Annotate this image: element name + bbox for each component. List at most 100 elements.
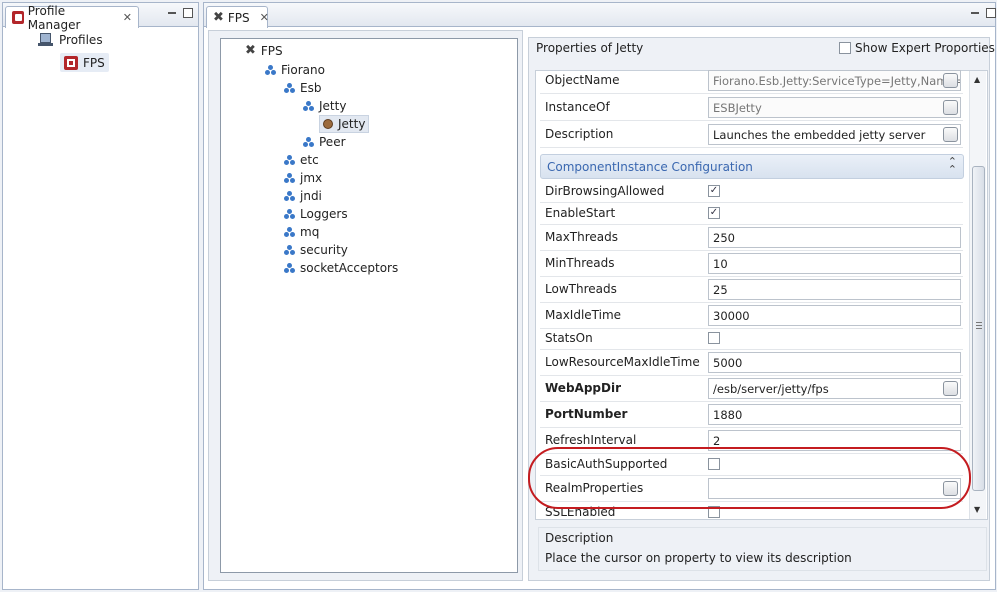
property-value-webappdir[interactable]: /esb/server/jetty/fps — [708, 378, 961, 399]
checkbox-checked[interactable]: ✓ — [708, 185, 720, 197]
tab-fps-label: FPS — [227, 10, 250, 25]
property-value-instanceof[interactable]: ESBJetty — [708, 97, 961, 118]
property-row-description: Description Launches the embedded jetty … — [540, 122, 963, 148]
editor-tabbar — [204, 3, 995, 27]
collapse-icon[interactable]: ⌃ ⌃ — [948, 156, 957, 175]
property-row-lowresourcemaxidletime: LowResourceMaxIdleTime 5000 — [540, 350, 963, 376]
tree-node-fps[interactable]: ✖ FPS — [245, 42, 283, 59]
node-icon — [265, 64, 276, 75]
property-row-webappdir: WebAppDir /esb/server/jetty/fps — [540, 376, 963, 402]
tree-node-socketacceptors[interactable]: socketAcceptors — [284, 259, 398, 276]
ellipsis-button[interactable] — [943, 73, 958, 88]
tree-node-fiorano[interactable]: Fiorano — [265, 61, 325, 78]
tree-node-loggers[interactable]: Loggers — [284, 205, 348, 222]
tree-node-label: Loggers — [300, 206, 348, 221]
property-label: MinThreads — [545, 256, 615, 270]
tree-item-fps-profile[interactable]: FPS — [60, 53, 109, 72]
minimize-icon[interactable] — [168, 12, 176, 14]
section-header-componentinstance[interactable]: ComponentInstance Configuration ⌃ ⌃ — [540, 154, 964, 179]
fps-profile-icon — [64, 55, 78, 70]
property-label: LowThreads — [545, 282, 617, 296]
property-row-minthreads: MinThreads 10 — [540, 251, 963, 277]
ellipsis-button[interactable] — [943, 127, 958, 142]
tree-node-jndi[interactable]: jndi — [284, 187, 322, 204]
property-value-lowthreads[interactable]: 25 — [708, 279, 961, 300]
property-value-lowresourcemaxidletime[interactable]: 5000 — [708, 352, 961, 373]
description-box: Description Place the cursor on property… — [538, 527, 987, 571]
node-icon — [303, 136, 314, 147]
property-row-lowthreads: LowThreads 25 — [540, 277, 963, 303]
checkbox-unchecked[interactable] — [708, 332, 720, 344]
tree-item-profiles[interactable]: Profiles — [38, 31, 103, 48]
tree-node-etc[interactable]: etc — [284, 151, 319, 168]
component-icon — [323, 119, 333, 129]
checkbox-box[interactable] — [839, 42, 851, 54]
property-value-objectname[interactable]: Fiorano.Esb.Jetty:ServiceType=Jetty,Name… — [708, 70, 961, 91]
tree-node-esb[interactable]: Esb — [284, 79, 321, 96]
maximize-icon[interactable] — [183, 8, 193, 18]
close-icon[interactable]: ✕ — [260, 11, 269, 24]
tools-icon: ✖ — [245, 43, 256, 58]
node-icon — [284, 154, 295, 165]
tree-node-label: FPS — [260, 43, 283, 58]
show-expert-label: Show Expert Proporties — [855, 41, 995, 55]
tree-item-label: Profiles — [59, 32, 103, 47]
tree-node-label: jmx — [300, 170, 323, 185]
tree-node-peer[interactable]: Peer — [303, 133, 346, 150]
property-value-minthreads[interactable]: 10 — [708, 253, 961, 274]
property-value-text: ESBJetty — [713, 101, 762, 115]
property-value-portnumber[interactable]: 1880 — [708, 404, 961, 425]
show-expert-checkbox[interactable]: Show Expert Proporties — [839, 41, 995, 55]
properties-title: Properties of Jetty — [536, 41, 644, 55]
scrollbar-thumb[interactable] — [972, 166, 985, 491]
maximize-icon[interactable] — [986, 8, 996, 18]
description-title: Description — [545, 531, 614, 545]
scroll-up-icon[interactable]: ▲ — [974, 75, 980, 84]
profiles-folder-icon — [38, 32, 54, 47]
property-row-objectname: ObjectName Fiorano.Esb.Jetty:ServiceType… — [540, 68, 963, 94]
property-row-statson: StatsOn — [540, 329, 963, 350]
property-row-maxthreads: MaxThreads 250 — [540, 225, 963, 251]
checkbox-checked[interactable]: ✓ — [708, 207, 720, 219]
section-title: ComponentInstance Configuration — [547, 160, 753, 174]
tree-node-security[interactable]: security — [284, 241, 348, 258]
property-value-text: Launches the embedded jetty server — [713, 128, 926, 142]
property-label: StatsOn — [545, 331, 593, 345]
property-row-enablestart: EnableStart ✓ — [540, 203, 963, 225]
ellipsis-button[interactable] — [943, 100, 958, 115]
profile-manager-icon — [12, 11, 24, 24]
highlight-annotation — [528, 447, 971, 509]
close-icon[interactable]: ✕ — [123, 11, 132, 24]
node-icon — [284, 226, 295, 237]
tree-node-label: Jetty — [319, 98, 347, 113]
property-value-maxthreads[interactable]: 250 — [708, 227, 961, 248]
tree-node-label: mq — [300, 224, 320, 239]
tree-node-label: security — [300, 242, 348, 257]
tree-node-jetty-folder[interactable]: Jetty — [303, 97, 346, 114]
property-label: PortNumber — [545, 407, 628, 421]
node-icon — [284, 244, 295, 255]
tree-node-mq[interactable]: mq — [284, 223, 319, 240]
node-icon — [303, 100, 314, 111]
tab-fps[interactable]: ✖ FPS ✕ — [206, 6, 269, 28]
property-sheet-scrollbar[interactable]: ▲ ▼ — [969, 71, 986, 519]
property-label: MaxIdleTime — [545, 308, 622, 322]
tab-profile-manager-label: Profile Manager — [27, 3, 81, 32]
tab-profile-manager[interactable]: Profile Manager ✕ — [5, 4, 139, 32]
ellipsis-button[interactable] — [943, 381, 958, 396]
property-label: Description — [545, 127, 614, 141]
node-icon — [284, 82, 295, 93]
tree-node-label: etc — [300, 152, 319, 167]
property-label: MaxThreads — [545, 230, 619, 244]
property-value-text: Fiorano.Esb.Jetty:ServiceType=Jetty,Name… — [713, 74, 961, 88]
node-icon — [284, 172, 295, 183]
minimize-icon[interactable] — [971, 12, 979, 14]
property-value-maxidletime[interactable]: 30000 — [708, 305, 961, 326]
property-value-description[interactable]: Launches the embedded jetty server — [708, 124, 961, 145]
tree-node-jmx[interactable]: jmx — [284, 169, 322, 186]
tree-node-label: Esb — [300, 80, 322, 95]
scroll-down-icon[interactable]: ▼ — [974, 505, 980, 514]
tree-node-jetty-selected[interactable]: Jetty — [319, 115, 370, 133]
tree-node-label: Fiorano — [281, 62, 325, 77]
property-value-text: /esb/server/jetty/fps — [713, 382, 829, 396]
